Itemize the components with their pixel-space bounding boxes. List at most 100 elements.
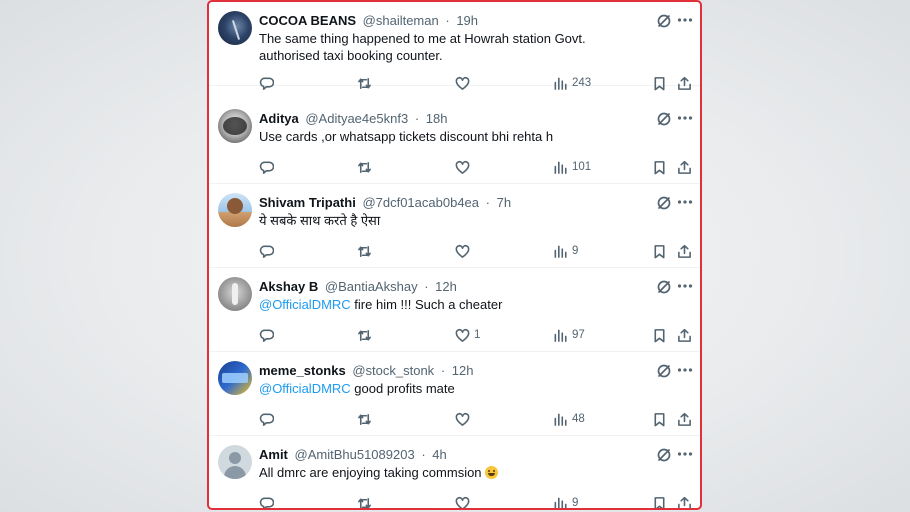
action-bar: 1 97 bbox=[209, 326, 700, 344]
grok-icon[interactable] bbox=[656, 111, 672, 127]
more-options-icon[interactable] bbox=[676, 110, 694, 126]
reply-header: COCOA BEANS @shailteman · 19h bbox=[259, 12, 478, 30]
user-handle[interactable]: @stock_stonk bbox=[352, 363, 434, 378]
bookmark-icon bbox=[654, 244, 665, 258]
action-bar: 9 bbox=[209, 242, 700, 260]
grok-icon[interactable] bbox=[656, 195, 672, 211]
display-name[interactable]: Shivam Tripathi bbox=[259, 195, 356, 210]
like-button[interactable] bbox=[455, 410, 474, 428]
action-bar: 243 bbox=[209, 74, 700, 92]
timestamp[interactable]: 19h bbox=[456, 13, 478, 28]
avatar[interactable] bbox=[218, 11, 252, 45]
views-button[interactable]: 243 bbox=[553, 74, 591, 92]
reply-text-content: fire him !!! Such a cheater bbox=[350, 297, 503, 312]
mention-link[interactable]: @OfficialDMRC bbox=[259, 381, 351, 396]
separator-dot: · bbox=[440, 363, 446, 378]
timestamp[interactable]: 4h bbox=[432, 447, 446, 462]
grok-icon[interactable] bbox=[656, 279, 672, 295]
retweet-button[interactable] bbox=[357, 326, 372, 344]
reply-item[interactable]: Shivam Tripathi @7dcf01acab0b4ea · 7h ये… bbox=[209, 184, 700, 268]
share-icon bbox=[678, 412, 691, 426]
bookmark-button[interactable] bbox=[652, 410, 667, 428]
like-button[interactable] bbox=[455, 494, 474, 508]
retweet-icon bbox=[358, 497, 371, 508]
default-profile-icon[interactable] bbox=[218, 445, 252, 479]
user-handle[interactable]: @7dcf01acab0b4ea bbox=[362, 195, 479, 210]
reply-item[interactable]: COCOA BEANS @shailteman · 19h The same t… bbox=[209, 2, 700, 90]
bookmark-button[interactable] bbox=[652, 494, 667, 508]
reply-button[interactable] bbox=[259, 410, 274, 428]
reply-button[interactable] bbox=[259, 242, 274, 260]
display-name[interactable]: COCOA BEANS bbox=[259, 13, 356, 28]
views-button[interactable]: 48 bbox=[553, 410, 585, 428]
user-handle[interactable]: @AmitBhu51089203 bbox=[295, 447, 415, 462]
display-name[interactable]: Akshay B bbox=[259, 279, 318, 294]
reply-button[interactable] bbox=[259, 326, 274, 344]
bookmark-button[interactable] bbox=[652, 74, 667, 92]
view-count: 48 bbox=[572, 413, 585, 425]
like-button[interactable] bbox=[455, 158, 474, 176]
reply-text: Use cards ,or whatsapp tickets discount … bbox=[259, 128, 649, 145]
retweet-button[interactable] bbox=[357, 410, 372, 428]
separator-dot: · bbox=[445, 13, 450, 28]
more-options-icon[interactable] bbox=[676, 12, 694, 28]
views-icon bbox=[554, 161, 567, 174]
views-button[interactable]: 9 bbox=[553, 494, 578, 508]
views-button[interactable]: 9 bbox=[553, 242, 578, 260]
like-icon bbox=[455, 244, 470, 258]
bookmark-button[interactable] bbox=[652, 242, 667, 260]
more-options-icon[interactable] bbox=[676, 194, 694, 210]
retweet-button[interactable] bbox=[357, 242, 372, 260]
mention-link[interactable]: @OfficialDMRC bbox=[259, 297, 351, 312]
like-button[interactable] bbox=[455, 242, 474, 260]
reply-item[interactable]: meme_stonks @stock_stonk · 12h @Official… bbox=[209, 352, 700, 436]
bookmark-button[interactable] bbox=[652, 158, 667, 176]
display-name[interactable]: Amit bbox=[259, 447, 288, 462]
share-icon bbox=[678, 244, 691, 258]
user-handle[interactable]: @Adityae4e5knf3 bbox=[305, 111, 408, 126]
share-button[interactable] bbox=[677, 242, 692, 260]
retweet-icon bbox=[358, 245, 371, 257]
reply-item[interactable]: Aditya @Adityae4e5knf3 · 18h Use cards ,… bbox=[209, 100, 700, 184]
views-button[interactable]: 97 bbox=[553, 326, 585, 344]
bookmark-button[interactable] bbox=[652, 326, 667, 344]
reply-button[interactable] bbox=[259, 74, 274, 92]
timestamp[interactable]: 18h bbox=[426, 111, 448, 126]
timestamp[interactable]: 7h bbox=[497, 195, 511, 210]
share-button[interactable] bbox=[677, 326, 692, 344]
avatar[interactable] bbox=[218, 109, 252, 143]
share-button[interactable] bbox=[677, 74, 692, 92]
reply-button[interactable] bbox=[259, 158, 274, 176]
bookmark-icon bbox=[654, 328, 665, 342]
grok-icon[interactable] bbox=[656, 363, 672, 379]
avatar[interactable] bbox=[218, 193, 252, 227]
share-button[interactable] bbox=[677, 158, 692, 176]
display-name[interactable]: meme_stonks bbox=[259, 363, 346, 378]
view-count: 97 bbox=[572, 329, 585, 341]
like-button[interactable] bbox=[455, 74, 474, 92]
reply-item[interactable]: Amit @AmitBhu51089203 · 4h All dmrc are … bbox=[209, 436, 700, 508]
like-button[interactable]: 1 bbox=[455, 326, 480, 344]
more-options-icon[interactable] bbox=[676, 278, 694, 294]
views-button[interactable]: 101 bbox=[553, 158, 591, 176]
grok-icon[interactable] bbox=[656, 447, 672, 463]
user-handle[interactable]: @BantiaAkshay bbox=[325, 279, 418, 294]
display-name[interactable]: Aditya bbox=[259, 111, 299, 126]
share-button[interactable] bbox=[677, 494, 692, 508]
reply-text: The same thing happened to me at Howrah … bbox=[259, 30, 649, 64]
retweet-button[interactable] bbox=[357, 74, 372, 92]
avatar[interactable] bbox=[218, 361, 252, 395]
separator-dot: · bbox=[424, 279, 429, 294]
more-options-icon[interactable] bbox=[676, 446, 694, 462]
timestamp[interactable]: 12h bbox=[452, 363, 474, 378]
user-handle[interactable]: @shailteman bbox=[363, 13, 439, 28]
reply-item[interactable]: Akshay B @BantiaAkshay · 12h @OfficialDM… bbox=[209, 268, 700, 352]
reply-button[interactable] bbox=[259, 494, 274, 508]
retweet-button[interactable] bbox=[357, 494, 372, 508]
timestamp[interactable]: 12h bbox=[435, 279, 457, 294]
more-options-icon[interactable] bbox=[676, 362, 694, 378]
grok-icon[interactable] bbox=[656, 13, 672, 29]
retweet-button[interactable] bbox=[357, 158, 372, 176]
share-button[interactable] bbox=[677, 410, 692, 428]
avatar[interactable] bbox=[218, 277, 252, 311]
